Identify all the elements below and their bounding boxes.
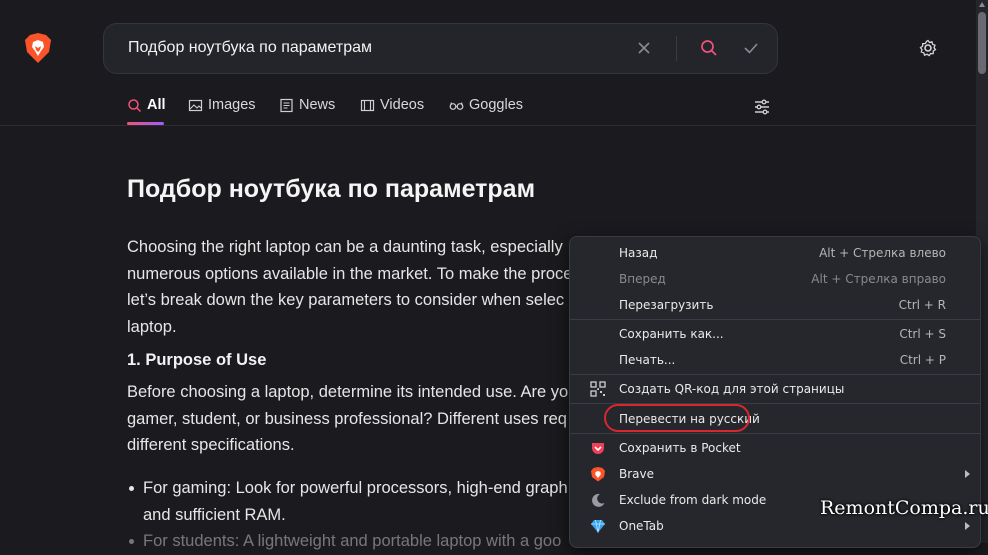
menu-item-print[interactable]: Печать... Ctrl + P: [570, 348, 980, 372]
list-item: For students: A lightweight and portable…: [129, 528, 562, 555]
search-input[interactable]: Подбор ноутбука по параметрам: [128, 39, 372, 57]
menu-item-label: Печать...: [619, 353, 676, 367]
tab-label: All: [147, 97, 166, 113]
submenu-arrow-icon: [965, 470, 970, 478]
page-title: Подбор ноутбука по параметрам: [127, 175, 536, 203]
checkmark-icon[interactable]: [741, 38, 761, 58]
clear-icon[interactable]: [634, 38, 654, 58]
menu-item-reload[interactable]: Перезагрузить Ctrl + R: [570, 293, 980, 317]
menu-item-back[interactable]: Назад Alt + Стрелка влево: [570, 241, 980, 265]
tab-label: Images: [208, 97, 256, 113]
tab-news[interactable]: News: [279, 97, 335, 113]
menu-item-label: Brave: [619, 467, 655, 481]
menu-item-shortcut: Alt + Стрелка влево: [819, 246, 946, 260]
menu-separator: [570, 374, 980, 375]
search-icon[interactable]: [699, 38, 719, 58]
menu-item-label: Сохранить в Pocket: [619, 441, 741, 455]
brave-icon: [591, 467, 605, 482]
tab-goggles[interactable]: Goggles: [449, 97, 523, 113]
tab-all[interactable]: All: [127, 97, 166, 113]
scroll-thumb[interactable]: [978, 12, 986, 74]
bullet-dot: [129, 539, 134, 544]
menu-item-label: Перезагрузить: [619, 298, 714, 312]
menu-item-qr-code[interactable]: Создать QR-код для этой страницы: [570, 377, 980, 401]
menu-item-shortcut: Ctrl + S: [899, 327, 946, 341]
filters-icon[interactable]: [752, 97, 772, 117]
qr-code-icon: [590, 381, 606, 397]
tab-videos[interactable]: Videos: [360, 97, 424, 113]
menu-item-label: OneTab: [619, 519, 664, 533]
image-icon: [188, 99, 203, 111]
header-divider: [0, 125, 976, 126]
scroll-up-arrow-icon[interactable]: [979, 2, 985, 7]
gear-icon[interactable]: [918, 38, 938, 58]
list-item: For gaming: Look for powerful processors…: [129, 475, 568, 528]
submenu-arrow-icon: [965, 522, 970, 530]
highlight-annotation: [604, 404, 750, 432]
menu-item-label: Сохранить как...: [619, 327, 724, 341]
news-icon: [280, 98, 293, 112]
text-line: For gaming: Look for powerful processors…: [143, 479, 568, 497]
onetab-icon: [591, 519, 605, 533]
brave-logo-icon[interactable]: [24, 32, 52, 64]
tab-label: News: [299, 97, 336, 113]
search-icon: [128, 98, 142, 112]
menu-item-shortcut: Ctrl + P: [899, 353, 946, 367]
bullet-dot: [129, 486, 134, 491]
menu-item-label: Назад: [619, 246, 658, 260]
video-icon: [360, 99, 375, 111]
menu-item-forward[interactable]: Вперед Alt + Стрелка вправо: [570, 267, 980, 291]
search-divider: [676, 36, 677, 61]
goggles-icon: [449, 101, 464, 110]
menu-item-shortcut: Alt + Стрелка вправо: [811, 272, 946, 286]
watermark: RemontCompa.ru: [820, 497, 988, 519]
tab-label: Videos: [380, 97, 425, 113]
text-line: For students: A lightweight and portable…: [143, 532, 562, 550]
section-heading: 1. Purpose of Use: [127, 351, 267, 369]
menu-item-shortcut: Ctrl + R: [898, 298, 946, 312]
menu-item-save-to-pocket[interactable]: Сохранить в Pocket: [570, 436, 980, 460]
menu-item-label: Вперед: [619, 272, 666, 286]
tab-images[interactable]: Images: [188, 97, 256, 113]
menu-separator: [570, 319, 980, 320]
menu-separator: [570, 433, 980, 434]
text-line: and sufficient RAM.: [143, 505, 286, 524]
menu-item-label: Exclude from dark mode: [619, 493, 767, 507]
menu-item-save-as[interactable]: Сохранить как... Ctrl + S: [570, 322, 980, 346]
moon-icon: [592, 493, 605, 507]
tab-label: Goggles: [469, 97, 524, 113]
pocket-icon: [592, 443, 604, 454]
menu-item-brave[interactable]: Brave: [570, 462, 980, 486]
menu-item-label: Создать QR-код для этой страницы: [619, 382, 845, 396]
search-box[interactable]: Подбор ноутбука по параметрам: [103, 23, 778, 74]
